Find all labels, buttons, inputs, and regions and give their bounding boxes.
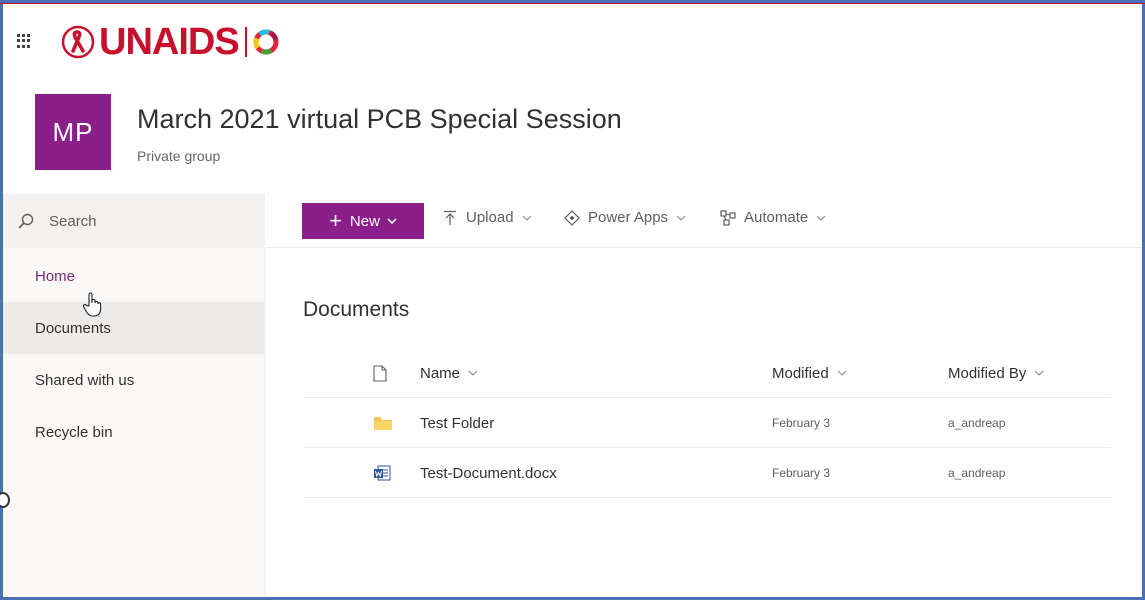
new-button-label: New <box>349 212 380 230</box>
modified-by: a_andreap <box>948 466 1006 480</box>
sdg-wheel-icon <box>253 29 279 55</box>
file-name-link[interactable]: Test Folder <box>420 398 494 448</box>
power-apps-icon <box>564 209 580 226</box>
plus-icon: + <box>329 208 342 233</box>
name-column-label: Name <box>420 364 461 382</box>
modified-date: February 3 <box>772 416 831 430</box>
hand-pointer-icon <box>82 292 102 317</box>
modified-column-header[interactable]: Modified <box>772 348 847 398</box>
command-bar: + New Upload Power Apps Automate <box>266 194 1142 248</box>
nav-item-shared-with-us[interactable]: Shared with us <box>3 354 265 406</box>
modified-by-column-label: Modified By <box>948 364 1027 382</box>
logo-divider <box>244 27 247 57</box>
table-row[interactable]: Test-Document.docx February 3 a_andreap <box>303 448 1111 498</box>
nav-item-documents[interactable]: Documents <box>3 302 265 354</box>
name-column-header[interactable]: Name <box>420 348 478 398</box>
file-type-icon <box>373 364 387 382</box>
library-title: Documents <box>303 298 410 321</box>
group-avatar[interactable]: MP <box>35 94 111 170</box>
list-header-row: Name Modified Modified By <box>303 348 1111 398</box>
automate-label: Automate <box>744 209 809 226</box>
brand-name: UNAIDS <box>99 20 240 63</box>
table-row[interactable]: Test Folder February 3 a_andreap <box>303 398 1111 448</box>
power-apps-button[interactable]: Power Apps <box>564 209 686 226</box>
group-privacy-label: Private group <box>137 148 221 164</box>
red-ribbon-icon <box>61 25 95 59</box>
automate-button[interactable]: Automate <box>720 209 826 226</box>
upload-button[interactable]: Upload <box>442 209 532 226</box>
upload-icon <box>444 210 456 225</box>
search-icon <box>18 213 34 229</box>
group-header: MP March 2021 virtual PCB Special Sessio… <box>3 74 1142 194</box>
automate-icon <box>720 209 736 226</box>
nav-item-home[interactable]: Home <box>3 250 265 302</box>
brand-logo[interactable]: UNAIDS <box>61 20 279 64</box>
chevron-down-icon <box>468 370 478 376</box>
modified-by-column-header[interactable]: Modified By <box>948 348 1044 398</box>
chevron-down-icon <box>837 370 847 376</box>
chevron-down-icon <box>676 215 686 221</box>
folder-icon <box>373 398 393 448</box>
nav-item-recycle-bin[interactable]: Recycle bin <box>3 406 265 458</box>
word-doc-icon <box>373 448 393 498</box>
chevron-down-icon <box>387 218 397 224</box>
modified-date: February 3 <box>772 466 831 480</box>
app-launcher-icon[interactable] <box>17 34 31 48</box>
suite-bar: UNAIDS <box>3 4 1142 74</box>
search-placeholder: Search <box>49 212 97 230</box>
file-name-link[interactable]: Test-Document.docx <box>420 448 557 498</box>
modified-column-label: Modified <box>772 364 829 382</box>
file-type-column-header[interactable] <box>373 348 393 398</box>
upload-label: Upload <box>466 209 514 226</box>
group-title[interactable]: March 2021 virtual PCB Special Session <box>137 104 622 135</box>
modified-by: a_andreap <box>948 416 1006 430</box>
chevron-down-icon <box>816 215 826 221</box>
search-box[interactable]: Search <box>3 194 265 248</box>
chevron-down-icon <box>1034 370 1044 376</box>
new-button[interactable]: + New <box>302 203 424 239</box>
left-navigation: Search Home Documents Shared with us Rec… <box>3 194 265 597</box>
chevron-down-icon <box>522 215 531 221</box>
power-apps-label: Power Apps <box>588 209 669 226</box>
